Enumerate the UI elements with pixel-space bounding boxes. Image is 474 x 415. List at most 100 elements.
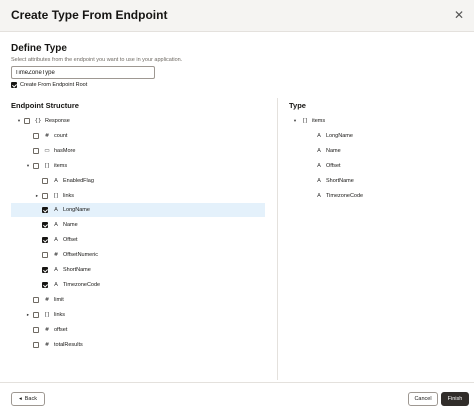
tree-row-checkbox[interactable] [42,237,48,244]
finish-button[interactable]: Finish [441,392,469,406]
object-icon: {} [34,118,42,124]
chevron-left-icon: ◂ [19,396,22,402]
close-icon[interactable]: ✕ [454,8,464,22]
endpoint-tree-row[interactable]: A TimezoneCode [11,278,265,292]
endpoint-tree-row[interactable]: ▸ [] links [11,189,265,203]
string-icon: A [317,162,321,169]
endpoint-tree-row[interactable]: A EnabledFlag [11,174,265,188]
type-row-label: ShortName [326,177,354,184]
string-icon: A [54,222,58,229]
endpoint-tree-row[interactable]: A Name [11,218,265,232]
tree-row-label: totalResults [54,341,83,348]
type-tree-row: A TimezoneCode [306,189,363,203]
string-icon: A [54,207,58,214]
endpoint-tree-row[interactable]: ▾ {} Response [11,114,265,128]
tree-row-checkbox[interactable] [33,162,39,169]
string-icon: A [317,177,321,184]
number-icon: # [44,341,50,348]
type-row-label: LongName [326,132,353,139]
tree-row-checkbox[interactable] [33,311,39,318]
tree-row-label: count [54,132,68,139]
chevron-down-icon[interactable]: ▾ [16,118,22,124]
array-icon: [] [44,311,50,318]
dialog-footer: ◂ Back Cancel Finish [0,382,474,415]
tree-row-label: links [54,311,66,318]
endpoint-tree-row[interactable]: A Offset [11,233,265,247]
endpoint-tree-row[interactable]: A LongName [11,203,265,218]
tree-row-label: OffsetNumeric [63,252,99,259]
tree-row-checkbox[interactable] [33,132,39,139]
string-icon: A [317,192,321,199]
endpoint-tree-row[interactable]: A ShortName [11,263,265,277]
tree-row-checkbox[interactable] [24,118,30,124]
tree-row-label: Response [45,118,70,124]
chevron-right-icon[interactable]: ▸ [25,312,31,318]
tree-row-label: Name [63,222,78,229]
endpoint-tree-row[interactable]: # count [11,129,265,143]
tree-row-checkbox[interactable] [33,326,39,333]
array-icon: [] [44,162,50,169]
tree-row-checkbox[interactable] [42,252,48,259]
chevron-down-icon[interactable]: ▾ [292,118,298,124]
tree-row-checkbox[interactable] [33,296,39,303]
type-row-label: items [312,118,326,124]
endpoint-tree-row[interactable]: ▭ hasMore [11,144,265,158]
create-from-root-option[interactable]: Create From Endpoint Root [11,82,87,88]
type-tree-row: A Name [306,144,341,158]
dialog-header: Create Type From Endpoint ✕ [0,0,474,32]
cancel-button[interactable]: Cancel [408,392,438,406]
endpoint-tree-row[interactable]: # OffsetNumeric [11,248,265,262]
endpoint-tree-row[interactable]: # limit [11,293,265,307]
tree-row-checkbox[interactable] [42,281,48,288]
type-tree-row: A Offset [306,159,340,173]
type-row-label: TimezoneCode [326,192,364,199]
tree-row-label: limit [54,296,64,303]
tree-row-label: hasMore [54,147,76,154]
boolean-icon: ▭ [44,147,50,154]
tree-row-label: offset [54,326,68,333]
type-tree-row: A LongName [306,129,353,143]
string-icon: A [54,177,58,184]
string-icon: A [317,132,321,139]
create-from-root-checkbox[interactable] [11,82,17,88]
string-icon: A [54,267,58,273]
endpoint-tree-row[interactable]: ▾ [] items [11,159,265,173]
tree-row-label: links [63,192,75,199]
tree-row-checkbox[interactable] [42,222,48,229]
type-tree-row: A ShortName [306,174,354,188]
tree-row-checkbox[interactable] [42,207,48,214]
tree-row-label: LongName [63,207,90,214]
tree-row-label: ShortName [63,267,91,273]
tree-row-label: EnabledFlag [63,177,94,184]
number-icon: # [44,326,50,333]
string-icon: A [317,147,321,154]
string-icon: A [54,237,58,244]
tree-row-label: items [54,162,68,169]
column-divider [277,98,278,380]
back-button-label: Back [24,396,37,402]
number-icon: # [44,296,50,303]
define-type-description: Select attributes from the endpoint you … [11,57,183,63]
endpoint-tree-row[interactable]: # totalResults [11,338,265,352]
define-type-heading: Define Type [11,43,67,54]
tree-row-checkbox[interactable] [42,267,48,273]
tree-row-checkbox[interactable] [42,177,48,184]
array-icon: [] [53,192,59,199]
dialog-title: Create Type From Endpoint [11,8,168,22]
endpoint-tree-row[interactable]: ▸ [] links [11,308,265,322]
chevron-down-icon[interactable]: ▾ [25,163,31,169]
tree-row-checkbox[interactable] [33,341,39,348]
endpoint-structure-heading: Endpoint Structure [11,101,79,110]
type-name-input[interactable] [11,66,155,79]
chevron-right-icon[interactable]: ▸ [34,193,40,199]
tree-row-label: Offset [63,237,78,244]
type-tree-row: ▾ [] items [292,114,325,128]
tree-row-label: TimezoneCode [63,281,101,288]
tree-row-checkbox[interactable] [42,192,48,199]
endpoint-tree-row[interactable]: # offset [11,323,265,337]
back-button[interactable]: ◂ Back [11,392,45,406]
tree-row-checkbox[interactable] [33,147,39,154]
string-icon: A [54,281,58,288]
number-icon: # [53,252,59,259]
type-heading: Type [289,101,306,110]
